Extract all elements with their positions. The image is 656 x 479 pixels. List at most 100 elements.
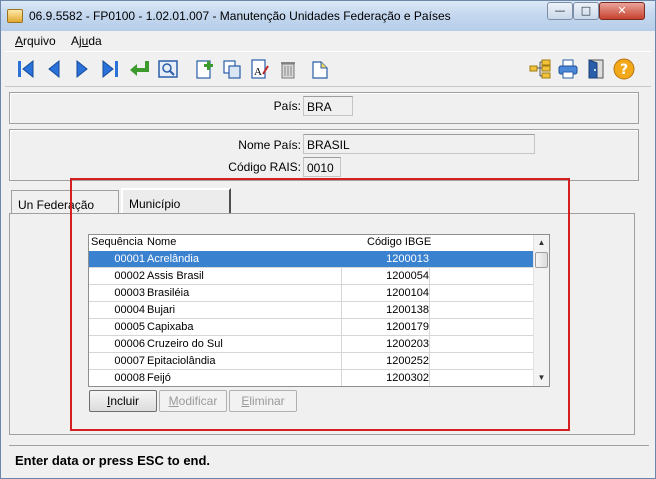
scroll-thumb[interactable] [535,252,548,268]
close-button[interactable]: ✕ [599,2,645,20]
help-glyph: ? [620,62,628,78]
pais-field[interactable]: BRA [303,96,353,116]
table-row[interactable]: 00001 Acrelândia 1200013 [89,251,533,268]
new-document-icon [312,61,328,79]
cell-nome: Epitaciolândia [147,355,216,367]
cell-nome: Assis Brasil [147,270,204,282]
cell-sequencia: 00004 [114,304,145,316]
cell-nome: Bujari [147,304,176,316]
menu-ajuda[interactable]: Ajuda [71,34,102,48]
table-row[interactable]: 00003 Brasiléia 1200104 [89,285,533,302]
modificar-rest: odificar [178,394,218,408]
add-button[interactable] [191,56,217,82]
column-header-nome[interactable]: Nome [147,236,176,248]
eliminar-button[interactable]: Eliminar [229,390,297,412]
copy-icon [223,60,241,79]
previous-record-icon [48,59,60,79]
minimize-button[interactable]: — [547,2,573,20]
application-window: 06.9.5582 - FP0100 - 1.02.01.007 - Manut… [0,0,656,479]
tree-button[interactable] [527,56,553,82]
incluir-rest: ncluir [110,394,140,408]
svg-text:A: A [254,66,262,78]
exit-door-icon [588,59,604,79]
edit-text-button[interactable]: A [247,56,273,82]
table-row[interactable]: 00005 Capixaba 1200179 [89,319,533,336]
menu-ajuda-rest: da [88,34,102,48]
toolbar: A ? [5,51,651,87]
last-record-icon [102,59,118,79]
new-document-button[interactable] [307,56,333,82]
cell-sequencia: 00008 [114,372,145,384]
tab-municipio[interactable]: Município [121,188,231,216]
cell-codigo-ibge: 1200104 [386,287,429,299]
search-icon [158,60,178,78]
scroll-down-icon[interactable]: ▼ [534,370,549,386]
eliminar-rest: liminar [249,394,285,408]
table-row[interactable]: 00007 Epitaciolândia 1200252 [89,353,533,370]
cell-codigo-ibge: 1200013 [386,253,429,265]
modificar-mnemonic: M [168,394,179,408]
cell-nome: Feijó [147,372,171,384]
status-bar: Enter data or press ESC to end. [9,445,649,473]
table-row[interactable]: 00004 Bujari 1200138 [89,302,533,319]
pais-label: País: [273,99,301,113]
table-row[interactable]: 00006 Cruzeiro do Sul 1200203 [89,336,533,353]
cell-codigo-ibge: 1200302 [386,372,429,384]
codigo-rais-field[interactable]: 0010 [303,157,341,177]
menu-arquivo-rest: rquivo [23,34,56,48]
nome-pais-field[interactable]: BRASIL [303,134,535,154]
search-button[interactable] [155,56,181,82]
menu-ajuda-pre: Aj [71,34,82,48]
menu-bar: Arquivo Ajuda [1,31,655,51]
first-record-button[interactable] [13,56,39,82]
scroll-up-icon[interactable]: ▲ [534,235,549,251]
incluir-button[interactable]: Incluir [89,390,157,412]
help-icon: ? [613,58,635,80]
table-row[interactable]: 00002 Assis Brasil 1200054 [89,268,533,285]
cell-sequencia: 00005 [114,321,145,333]
modificar-button[interactable]: Modificar [159,390,227,412]
cell-sequencia: 00006 [114,338,145,350]
maximize-button[interactable]: □ [573,2,599,20]
add-icon [196,60,213,79]
cell-nome: Cruzeiro do Sul [147,338,223,350]
exit-button[interactable] [583,56,609,82]
app-icon [7,9,23,23]
help-button[interactable]: ? [611,56,637,82]
grid-vertical-scrollbar[interactable]: ▲ ▼ [533,235,549,386]
table-row[interactable]: 00008 Feijó 1200302 [89,370,533,386]
grid-header: Sequência Nome Código IBGE [89,235,533,251]
cell-sequencia: 00002 [114,270,145,282]
delete-icon [281,62,295,79]
cell-sequencia: 00003 [114,287,145,299]
cell-sequencia: 00001 [114,253,145,265]
municipio-grid[interactable]: Sequência Nome Código IBGE 00001 Acrelân… [88,234,550,387]
column-header-sequencia[interactable]: Sequência [91,236,143,248]
window-title: 06.9.5582 - FP0100 - 1.02.01.007 - Manut… [29,9,451,23]
print-icon [558,59,578,79]
cell-nome: Acrelândia [147,253,199,265]
title-bar[interactable]: 06.9.5582 - FP0100 - 1.02.01.007 - Manut… [1,1,655,31]
copy-button[interactable] [219,56,245,82]
cell-codigo-ibge: 1200252 [386,355,429,367]
cell-codigo-ibge: 1200054 [386,270,429,282]
edit-text-icon: A [251,59,269,79]
nome-pais-label: Nome País: [238,138,301,152]
print-button[interactable] [555,56,581,82]
next-record-button[interactable] [69,56,95,82]
cell-codigo-ibge: 1200138 [386,304,429,316]
cell-nome: Brasiléia [147,287,190,299]
cell-sequencia: 00007 [114,355,145,367]
menu-arquivo-mnemonic: A [15,34,24,48]
codigo-rais-label: Código RAIS: [228,160,301,174]
go-to-button[interactable] [127,56,153,82]
column-header-codigo-ibge[interactable]: Código IBGE [367,236,431,248]
last-record-button[interactable] [97,56,123,82]
previous-record-button[interactable] [41,56,67,82]
menu-arquivo[interactable]: Arquivo [15,34,56,48]
go-to-icon [130,61,149,76]
next-record-icon [76,59,88,79]
tree-icon [529,59,551,79]
delete-button[interactable] [275,56,301,82]
cell-codigo-ibge: 1200203 [386,338,429,350]
